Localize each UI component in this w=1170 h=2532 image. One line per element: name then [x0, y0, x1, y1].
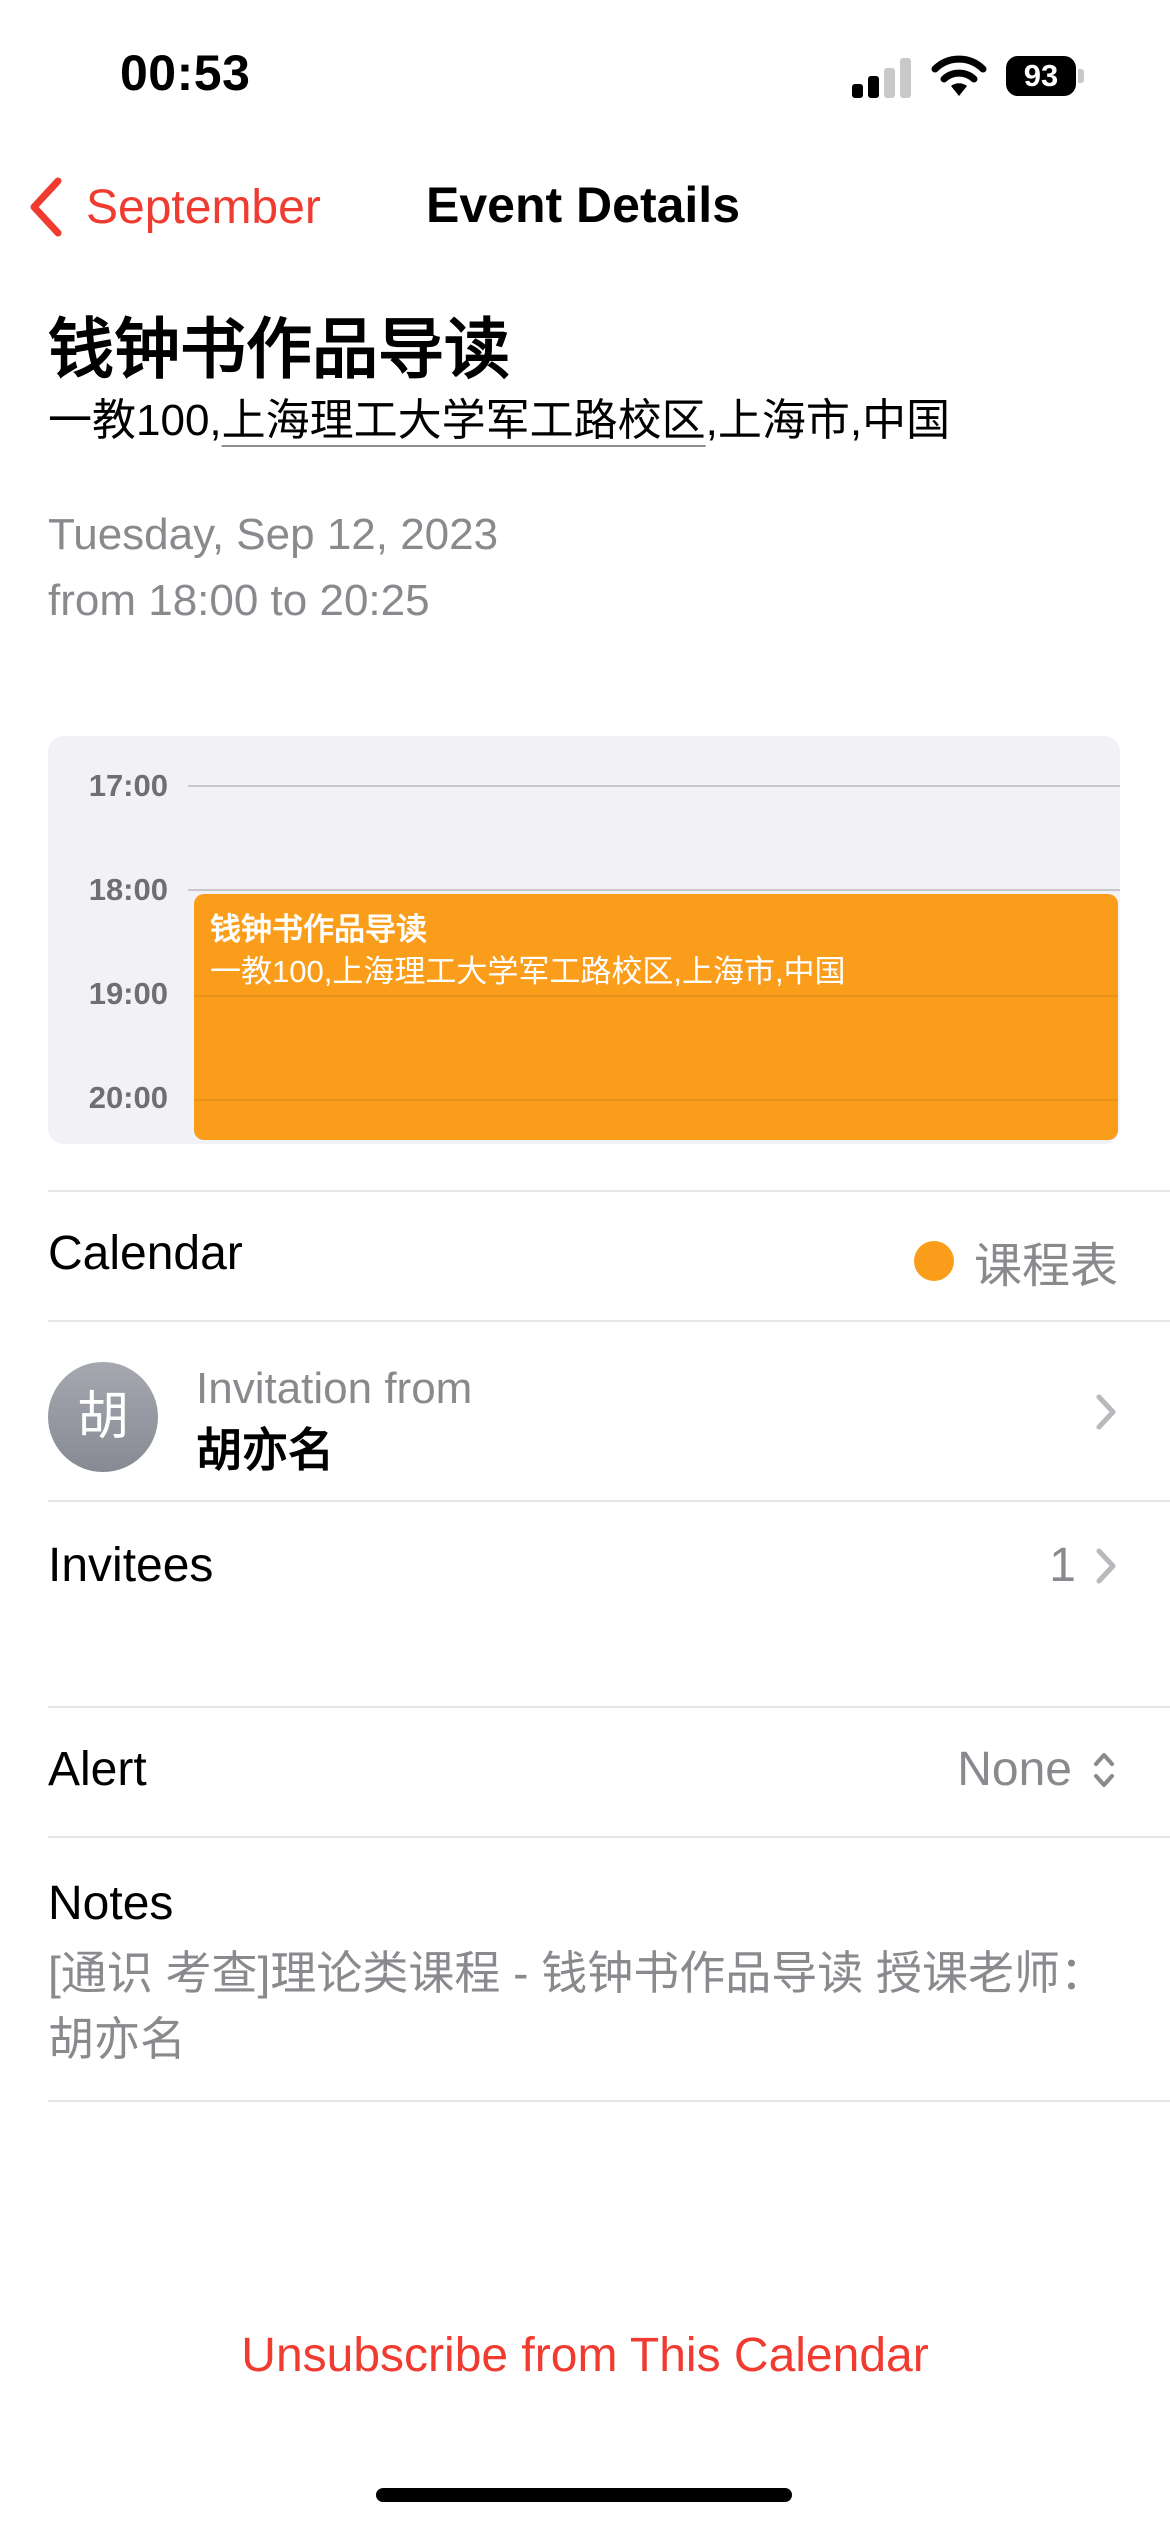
battery-level: 93: [1006, 56, 1076, 96]
avatar: 胡: [48, 1362, 158, 1472]
divider: [48, 1706, 1170, 1708]
battery-icon: 93: [1006, 56, 1084, 96]
divider: [48, 1320, 1170, 1322]
invitation-from-label: Invitation from: [196, 1364, 473, 1413]
hour-label: 19:00: [88, 976, 168, 1011]
unsubscribe-button[interactable]: Unsubscribe from This Calendar: [0, 2328, 1170, 2383]
calendar-label: Calendar: [48, 1227, 243, 1280]
cellular-signal-icon: [852, 58, 914, 98]
day-preview[interactable]: 17:00 18:00 19:00 20:00 钱钟书作品导读 一教100,上海…: [48, 736, 1120, 1144]
invitees-label: Invitees: [48, 1539, 214, 1592]
calendar-color-dot: [913, 1241, 954, 1281]
alert-select[interactable]: None: [957, 1742, 1118, 1797]
location-suffix: ,上海市,中国: [705, 396, 951, 445]
alert-value: None: [957, 1743, 1072, 1796]
invitees-button[interactable]: 1: [1049, 1538, 1118, 1593]
divider: [48, 1500, 1170, 1502]
hour-label: 20:00: [88, 1080, 168, 1115]
event-title: 钱钟书作品导读: [48, 312, 510, 386]
calendar-value[interactable]: 课程表: [913, 1226, 1118, 1296]
preview-event-block[interactable]: 钱钟书作品导读 一教100,上海理工大学军工路校区,上海市,中国: [194, 894, 1118, 1140]
notes-text: [通识 考查]理论类课程 - 钱钟书作品导读 授课老师：胡亦名: [48, 1947, 1106, 2065]
hour-label: 17:00: [88, 768, 168, 803]
divider: [48, 1190, 1170, 1192]
home-indicator[interactable]: [376, 2488, 792, 2502]
notes-label: Notes: [48, 1877, 174, 1930]
divider: [48, 1836, 1170, 1838]
inviter-name: 胡亦名: [196, 1424, 334, 1476]
alert-label: Alert: [48, 1743, 147, 1796]
event-time-range: from 18:00 to 20:25: [48, 576, 430, 625]
divider: [48, 2100, 1170, 2102]
event-datetime: Tuesday, Sep 12, 2023 from 18:00 to 20:2…: [48, 502, 498, 634]
invitees-count: 1: [1049, 1539, 1076, 1592]
chevron-up-down-icon: [1094, 1752, 1114, 1787]
chevron-right-icon: [1096, 1548, 1116, 1583]
wifi-icon: [930, 52, 988, 98]
status-time: 00:53: [120, 45, 251, 101]
calendar-name: 课程表: [973, 1240, 1118, 1293]
location-prefix: 一教100,: [48, 396, 222, 445]
page-title: Event Details: [425, 177, 740, 233]
location-link[interactable]: 上海理工大学军工路校区: [222, 396, 706, 445]
invitation-row-button[interactable]: [1076, 1392, 1118, 1437]
event-location: 一教100,上海理工大学军工路校区,上海市,中国: [48, 384, 950, 448]
event-date: Tuesday, Sep 12, 2023: [48, 510, 499, 559]
chevron-right-icon: [1096, 1394, 1116, 1430]
hour-label: 18:00: [88, 872, 168, 907]
preview-event-title: 钱钟书作品导读: [210, 912, 427, 947]
preview-event-location: 一教100,上海理工大学军工路校区,上海市,中国: [210, 954, 846, 989]
